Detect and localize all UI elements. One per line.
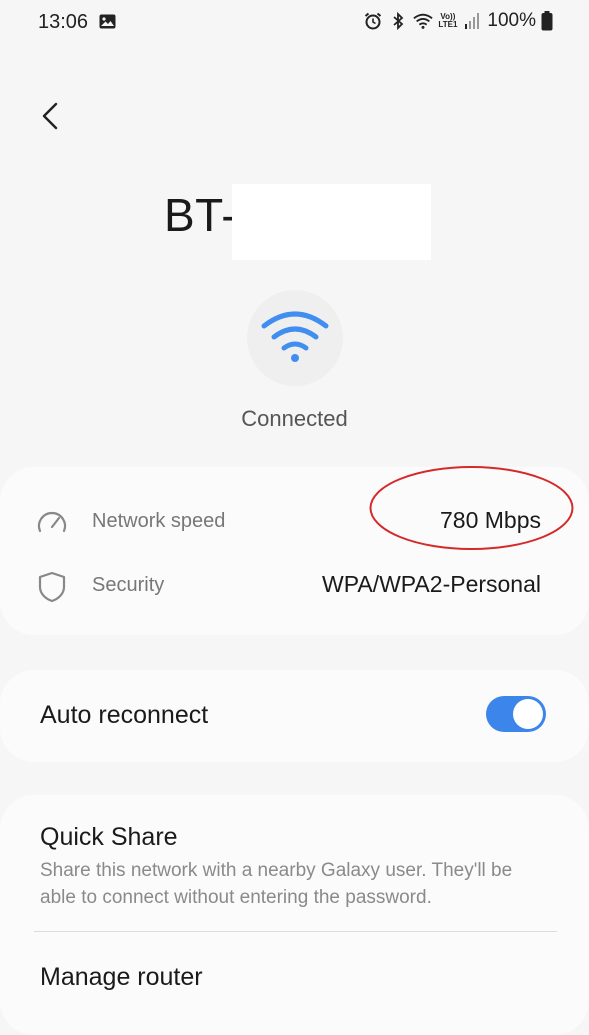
divider (34, 931, 557, 932)
wifi-status-icon (413, 13, 434, 29)
auto-reconnect-toggle[interactable] (486, 696, 546, 732)
network-speed-row: Network speed 780 Mbps (0, 493, 589, 549)
lte-label: LTE1 (438, 20, 458, 29)
security-row: Security WPA/WPA2-Personal (0, 557, 589, 613)
options-card: Quick Share Share this network with a ne… (0, 795, 589, 1035)
network-name: BT- (164, 189, 238, 241)
security-value: WPA/WPA2-Personal (322, 571, 541, 597)
security-label: Security (92, 574, 165, 596)
image-icon (99, 14, 116, 29)
quick-share-title: Quick Share (40, 823, 178, 851)
shield-icon (38, 571, 66, 603)
network-speed-value: 780 Mbps (439, 507, 541, 533)
auto-reconnect-card[interactable]: Auto reconnect (0, 670, 589, 762)
battery-icon (541, 11, 553, 31)
battery-percent: 100% (487, 10, 536, 31)
auto-reconnect-label: Auto reconnect (40, 701, 209, 729)
network-info-card: Network speed 780 Mbps Security WPA/WPA2… (0, 467, 589, 635)
toggle-knob (513, 699, 543, 729)
status-time: 13:06 (38, 11, 89, 33)
status-bar: 13:06 Vo)) LTE1 100% (0, 0, 589, 46)
quick-share-description: Share this network with a nearby Galaxy … (40, 860, 513, 908)
volte-icon: Vo)) LTE1 (438, 13, 457, 29)
redacted-block (232, 184, 431, 260)
wifi-icon (261, 311, 329, 362)
wifi-signal-badge (247, 290, 343, 386)
network-speed-label: Network speed (92, 510, 226, 532)
manage-router-title: Manage router (40, 963, 203, 991)
bluetooth-icon (393, 11, 404, 31)
connection-status: Connected (241, 406, 348, 431)
back-arrow-icon[interactable] (32, 96, 72, 136)
alarm-icon (365, 12, 382, 30)
signal-icon (465, 13, 480, 29)
speedometer-icon (37, 511, 67, 533)
